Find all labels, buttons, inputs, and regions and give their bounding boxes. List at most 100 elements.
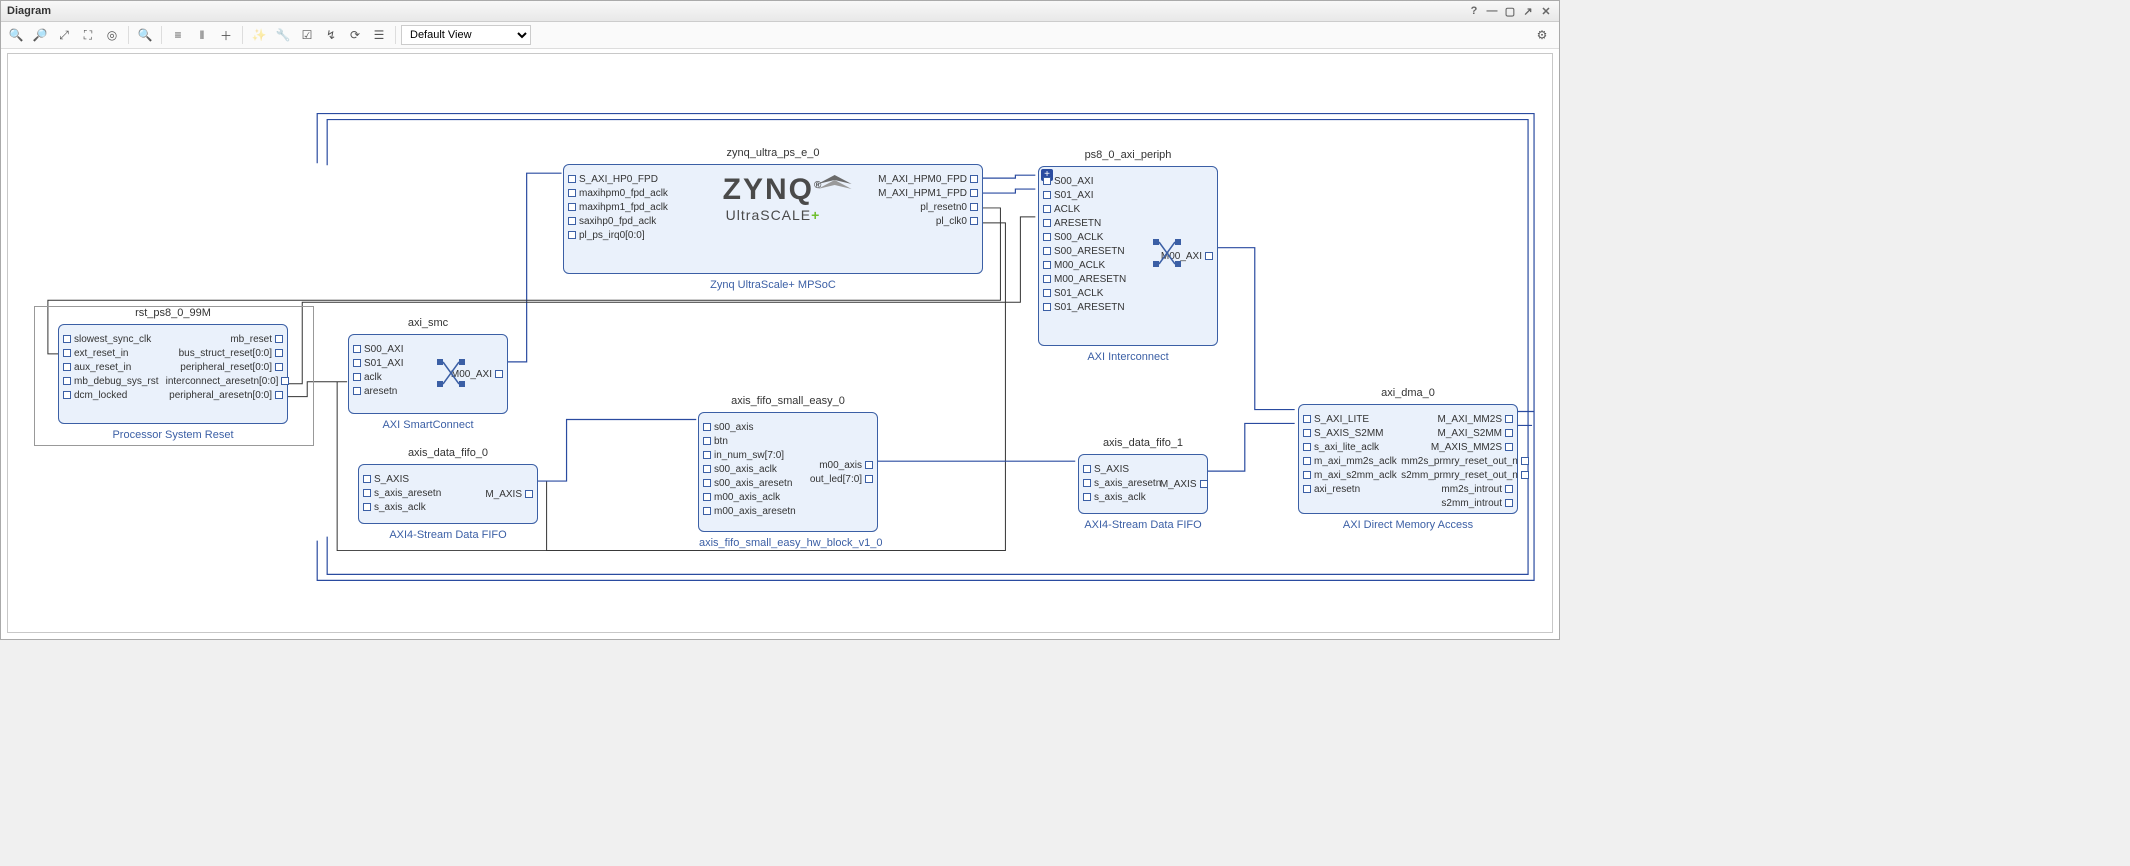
port[interactable]: m_axi_mm2s_aclk bbox=[1303, 455, 1393, 468]
port[interactable]: S00_AXI bbox=[353, 343, 424, 356]
port[interactable]: S01_AXI bbox=[1043, 189, 1133, 202]
port[interactable]: M_AXIS bbox=[452, 488, 533, 501]
port[interactable]: aclk bbox=[353, 371, 424, 384]
port[interactable]: S01_ACLK bbox=[1043, 287, 1133, 300]
port[interactable]: s_axis_aclk bbox=[363, 501, 444, 514]
port[interactable]: s2mm_prmry_reset_out_n bbox=[1401, 469, 1513, 482]
port[interactable]: m00_axis bbox=[810, 459, 873, 472]
port[interactable]: pl_ps_irq0[0:0] bbox=[568, 229, 685, 242]
port[interactable]: peripheral_aresetn[0:0] bbox=[166, 389, 283, 402]
port[interactable]: s00_axis_aresetn bbox=[703, 477, 802, 490]
diagram-canvas[interactable]: rst_ps8_0_99M slowest_sync_clk ext_reset… bbox=[7, 53, 1553, 633]
target-icon[interactable]: ◎ bbox=[101, 24, 123, 46]
port[interactable]: s00_axis bbox=[703, 421, 802, 434]
stack-icon[interactable]: ☰ bbox=[368, 24, 390, 46]
port[interactable]: M_AXIS bbox=[1160, 478, 1203, 491]
port[interactable]: saxihp0_fpd_aclk bbox=[568, 215, 685, 228]
port[interactable]: s_axis_aclk bbox=[1083, 491, 1152, 504]
port[interactable]: S01_ARESETN bbox=[1043, 301, 1133, 314]
port[interactable]: interconnect_aresetn[0:0] bbox=[166, 375, 283, 388]
check-icon[interactable]: ☑ bbox=[296, 24, 318, 46]
block-zynq[interactable]: zynq_ultra_ps_e_0 S_AXI_HP0_FPD maxihpm0… bbox=[563, 164, 983, 274]
port[interactable]: mm2s_prmry_reset_out_n bbox=[1401, 455, 1513, 468]
align-h-icon[interactable]: ≡ bbox=[167, 24, 189, 46]
port[interactable]: s00_axis_aclk bbox=[703, 463, 802, 476]
fit-selection-icon[interactable]: ⛶ bbox=[77, 24, 99, 46]
view-select[interactable]: Default View bbox=[401, 25, 531, 45]
port[interactable]: slowest_sync_clk bbox=[63, 333, 158, 346]
port[interactable]: axi_resetn bbox=[1303, 483, 1393, 496]
zoom-in-icon[interactable]: 🔍 bbox=[5, 24, 27, 46]
port[interactable]: out_led[7:0] bbox=[810, 473, 873, 486]
zoom-out-icon[interactable]: 🔎 bbox=[29, 24, 51, 46]
toolbar: 🔍 🔎 ⤢ ⛶ ◎ 🔍 ≡ ‖ ＋ ✨ 🔧 ☑ ↯ ⟳ ☰ Default Vi… bbox=[1, 22, 1559, 49]
port[interactable]: mb_reset bbox=[166, 333, 283, 346]
port[interactable]: peripheral_reset[0:0] bbox=[166, 361, 283, 374]
port[interactable]: S00_ACLK bbox=[1043, 231, 1133, 244]
ports-left: S_AXI_LITE S_AXIS_S2MM s_axi_lite_aclk m… bbox=[1299, 411, 1397, 507]
refresh-icon[interactable]: ⟳ bbox=[344, 24, 366, 46]
titlebar: Diagram ? — ▢ ↗ ✕ bbox=[1, 1, 1559, 22]
add-icon[interactable]: ＋ bbox=[215, 24, 237, 46]
port[interactable]: S00_AXI bbox=[1043, 175, 1133, 188]
help-icon[interactable]: ? bbox=[1467, 4, 1481, 18]
fit-icon[interactable]: ⤢ bbox=[53, 24, 75, 46]
port[interactable]: m00_axis_aclk bbox=[703, 491, 802, 504]
logo-main: ZYNQ bbox=[723, 173, 814, 206]
port[interactable]: M_AXI_HPM1_FPD bbox=[861, 187, 978, 200]
port[interactable]: s_axis_aresetn bbox=[1083, 477, 1152, 490]
port[interactable]: aux_reset_in bbox=[63, 361, 158, 374]
port[interactable]: S_AXIS_S2MM bbox=[1303, 427, 1393, 440]
wrench-icon[interactable]: 🔧 bbox=[272, 24, 294, 46]
port[interactable]: m_axi_s2mm_aclk bbox=[1303, 469, 1393, 482]
block-dma[interactable]: axi_dma_0 S_AXI_LITE S_AXIS_S2MM s_axi_l… bbox=[1298, 404, 1518, 514]
align-v-icon[interactable]: ‖ bbox=[191, 24, 213, 46]
port[interactable]: ARESETN bbox=[1043, 217, 1133, 230]
block-smc[interactable]: axi_smc S00_AXI S01_AXI aclk aresetn M00… bbox=[348, 334, 508, 414]
minimize-icon[interactable]: — bbox=[1485, 4, 1499, 18]
float-icon[interactable]: ↗ bbox=[1521, 4, 1535, 18]
port[interactable]: maxihpm1_fpd_aclk bbox=[568, 201, 685, 214]
port[interactable]: M00_ACLK bbox=[1043, 259, 1133, 272]
port[interactable]: mm2s_introut bbox=[1401, 483, 1513, 496]
port[interactable]: btn bbox=[703, 435, 802, 448]
port[interactable]: dcm_locked bbox=[63, 389, 158, 402]
port[interactable]: S_AXIS bbox=[1083, 463, 1152, 476]
block-easy[interactable]: axis_fifo_small_easy_0 s00_axis btn in_n… bbox=[698, 412, 878, 532]
port[interactable]: s2mm_introut bbox=[1401, 497, 1513, 510]
port[interactable]: S_AXIS bbox=[363, 473, 444, 486]
port[interactable]: S_AXI_HP0_FPD bbox=[568, 173, 685, 186]
port[interactable]: maxihpm0_fpd_aclk bbox=[568, 187, 685, 200]
block-title: axi_smc bbox=[349, 317, 507, 329]
block-fifo1[interactable]: axis_data_fifo_1 S_AXIS s_axis_aresetn s… bbox=[1078, 454, 1208, 514]
port[interactable]: M_AXIS_MM2S bbox=[1401, 441, 1513, 454]
port[interactable]: S00_ARESETN bbox=[1043, 245, 1133, 258]
port[interactable]: in_num_sw[7:0] bbox=[703, 449, 802, 462]
port[interactable]: M_AXI_MM2S bbox=[1401, 413, 1513, 426]
port[interactable]: s_axi_lite_aclk bbox=[1303, 441, 1393, 454]
port[interactable]: M_AXI_HPM0_FPD bbox=[861, 173, 978, 186]
block-periph[interactable]: + ps8_0_axi_periph S00_AXI S01_AXI ACLK … bbox=[1038, 166, 1218, 346]
route-icon[interactable]: ↯ bbox=[320, 24, 342, 46]
port[interactable]: bus_struct_reset[0:0] bbox=[166, 347, 283, 360]
close-icon[interactable]: ✕ bbox=[1539, 4, 1553, 18]
port[interactable]: pl_resetn0 bbox=[861, 201, 978, 214]
port[interactable]: mb_debug_sys_rst bbox=[63, 375, 158, 388]
port[interactable]: ext_reset_in bbox=[63, 347, 158, 360]
smartconnect-icon bbox=[435, 357, 467, 389]
port[interactable]: aresetn bbox=[353, 385, 424, 398]
port[interactable]: s_axis_aresetn bbox=[363, 487, 444, 500]
port[interactable]: S01_AXI bbox=[353, 357, 424, 370]
port[interactable]: ACLK bbox=[1043, 203, 1133, 216]
block-fifo0[interactable]: axis_data_fifo_0 S_AXIS s_axis_aresetn s… bbox=[358, 464, 538, 524]
port[interactable]: pl_clk0 bbox=[861, 215, 978, 228]
port[interactable]: S_AXI_LITE bbox=[1303, 413, 1393, 426]
wand-icon[interactable]: ✨ bbox=[248, 24, 270, 46]
port[interactable]: M00_ARESETN bbox=[1043, 273, 1133, 286]
port[interactable]: m00_axis_aresetn bbox=[703, 505, 802, 518]
port[interactable]: M_AXI_S2MM bbox=[1401, 427, 1513, 440]
maximize-icon[interactable]: ▢ bbox=[1503, 4, 1517, 18]
block-rst[interactable]: rst_ps8_0_99M slowest_sync_clk ext_reset… bbox=[58, 324, 288, 424]
search-icon[interactable]: 🔍 bbox=[134, 24, 156, 46]
gear-icon[interactable]: ⚙ bbox=[1531, 24, 1553, 46]
